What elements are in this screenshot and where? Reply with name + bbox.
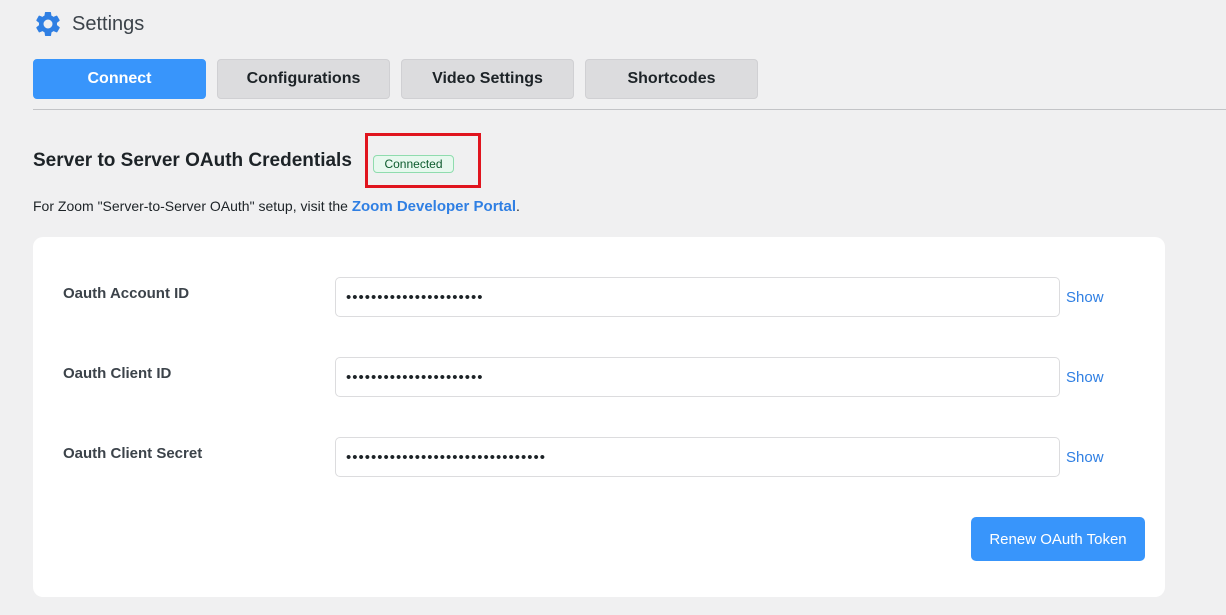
developer-portal-link[interactable]: Zoom Developer Portal — [352, 198, 516, 215]
tab-video-settings[interactable]: Video Settings — [401, 59, 574, 99]
page-header: Settings — [33, 9, 144, 39]
client-id-show-link[interactable]: Show — [1066, 369, 1104, 386]
credentials-card: Oauth Account ID Show Oauth Client ID Sh… — [33, 237, 1165, 597]
page-title: Settings — [72, 12, 145, 35]
renew-oauth-token-button[interactable]: Renew OAuth Token — [971, 517, 1145, 561]
account-id-show-link[interactable]: Show — [1066, 289, 1104, 306]
section-title: Server to Server OAuth Credentials — [33, 150, 352, 171]
client-secret-label: Oauth Client Secret — [63, 445, 203, 462]
tab-bar: Connect Configurations Video Settings Sh… — [33, 59, 758, 99]
client-id-label: Oauth Client ID — [63, 365, 172, 382]
account-id-input[interactable] — [335, 277, 1060, 317]
tab-divider — [33, 109, 1226, 110]
highlight-box — [365, 133, 481, 188]
intro-text: For Zoom "Server-to-Server OAuth" setup,… — [33, 198, 520, 215]
tab-connect[interactable]: Connect — [33, 59, 206, 99]
tab-shortcodes[interactable]: Shortcodes — [585, 59, 758, 99]
client-secret-show-link[interactable]: Show — [1066, 449, 1104, 466]
gear-icon — [36, 11, 60, 37]
intro-suffix: . — [516, 198, 520, 214]
client-id-input[interactable] — [335, 357, 1060, 397]
intro-prefix: For Zoom "Server-to-Server OAuth" setup,… — [33, 198, 352, 214]
tab-configurations[interactable]: Configurations — [217, 59, 390, 99]
account-id-label: Oauth Account ID — [63, 285, 190, 302]
client-secret-input[interactable] — [335, 437, 1060, 477]
